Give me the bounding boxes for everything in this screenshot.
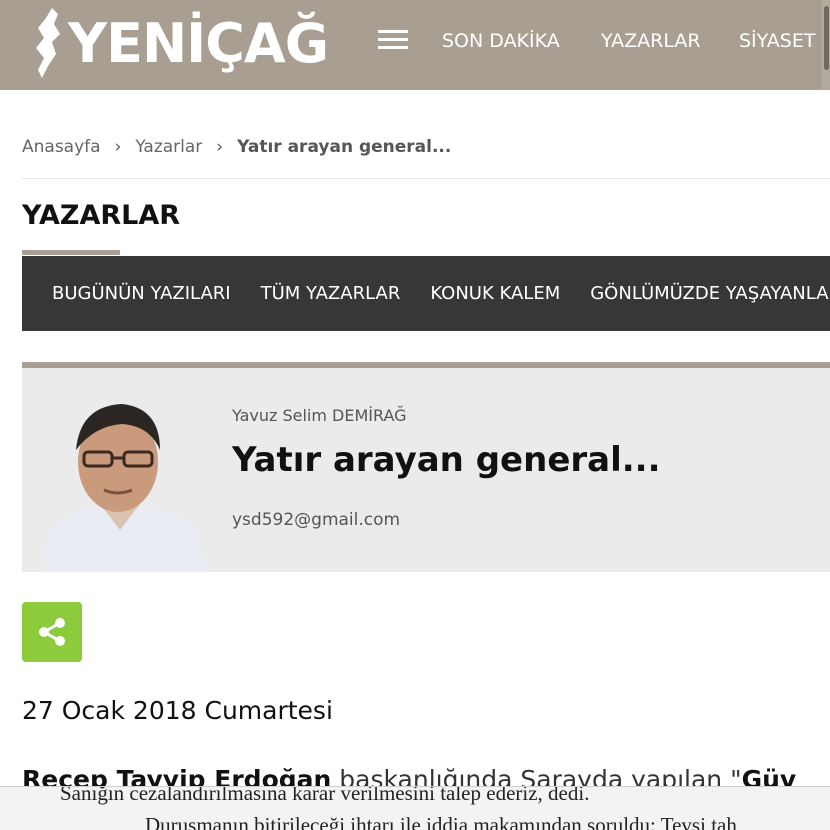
article-title: Yatır arayan general... — [232, 440, 661, 480]
author-tabs: BUGÜNÜN YAZILARI TÜM YAZARLAR KONUK KALE… — [22, 256, 830, 331]
site-logo[interactable]: YENİÇAĞ — [30, 0, 329, 86]
breadcrumb-current: Yatır arayan general... — [237, 137, 452, 157]
tab-bugunun-yazilari[interactable]: BUGÜNÜN YAZILARI — [52, 283, 231, 304]
author-portrait[interactable] — [30, 392, 210, 572]
share-button[interactable] — [22, 602, 82, 662]
chevron-right-icon: › — [216, 137, 224, 157]
tab-konuk-kalem[interactable]: KONUK KALEM — [430, 283, 560, 304]
article-date: 27 Ocak 2018 Cumartesi — [22, 696, 333, 725]
author-email[interactable]: ysd592@gmail.com — [232, 510, 400, 530]
title-underline — [22, 250, 120, 255]
chevron-right-icon: › — [114, 137, 122, 157]
nav-siyaset[interactable]: SİYASET — [739, 30, 815, 52]
hamburger-menu-icon[interactable] — [378, 30, 410, 54]
scrollbar-thumb[interactable] — [824, 6, 829, 70]
breadcrumb-yazarlar[interactable]: Yazarlar — [135, 137, 202, 157]
scan-text-line: Sanığın cezalandırılmasına karar verilme… — [60, 786, 590, 805]
nav-yazarlar[interactable]: YAZARLAR — [601, 30, 701, 52]
scanned-document-image: Sanığın cezalandırılmasına karar verilme… — [0, 786, 830, 830]
section-title: YAZARLAR — [22, 200, 181, 231]
breadcrumb: Anasayfa › Yazarlar › Yatır arayan gener… — [22, 137, 451, 157]
logo-text: YENİÇAĞ — [68, 11, 329, 75]
site-header: YENİÇAĞ SON DAKİKA YAZARLAR SİYASET — [0, 0, 830, 90]
share-icon — [39, 618, 65, 646]
author-card: Yavuz Selim DEMİRAĞ Yatır arayan general… — [22, 362, 830, 572]
breadcrumb-home[interactable]: Anasayfa — [22, 137, 101, 157]
nav-son-dakika[interactable]: SON DAKİKA — [442, 30, 560, 52]
logo-mark-icon — [36, 8, 60, 78]
divider — [22, 178, 830, 179]
tab-gonlumuzde-yasayanlar[interactable]: GÖNLÜMÜZDE YAŞAYANLAR — [590, 283, 830, 304]
tab-tum-yazarlar[interactable]: TÜM YAZARLAR — [261, 283, 401, 304]
scan-text-line: Duruşmanın bitirileceği ihtarı ile iddia… — [145, 813, 737, 830]
author-name[interactable]: Yavuz Selim DEMİRAĞ — [232, 406, 407, 425]
scrollbar[interactable] — [822, 0, 830, 90]
